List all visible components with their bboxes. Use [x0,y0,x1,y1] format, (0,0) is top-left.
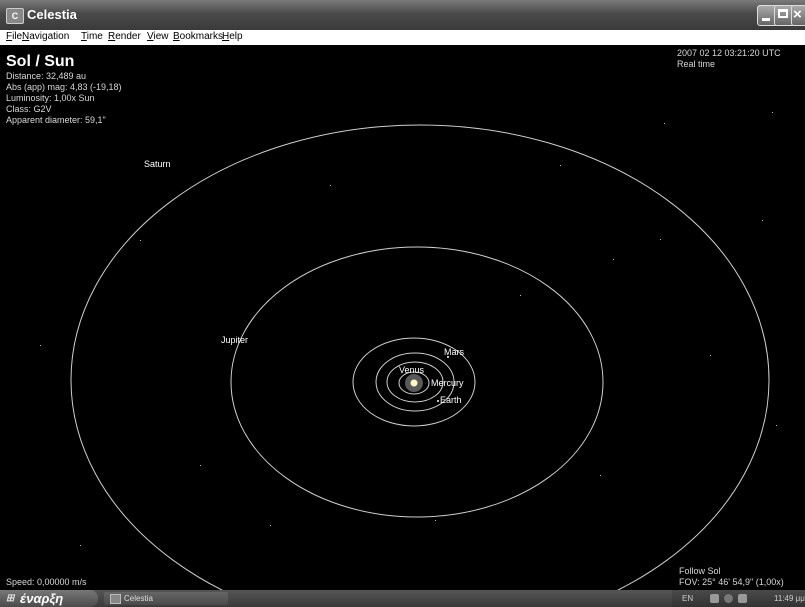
windows-flag-icon: ⊞ [6,593,15,604]
star [776,425,777,426]
object-luminosity: Luminosity: 1,00x Sun [6,93,95,103]
star [140,240,141,241]
star [435,520,436,521]
object-class: Class: G2V [6,104,52,114]
speed-readout: Speed: 0,00000 m/s [6,577,87,587]
menu-view[interactable]: View [147,31,169,42]
object-distance: Distance: 32,489 au [6,71,87,81]
time-rate: Real time [677,59,716,69]
celestia-app-icon[interactable]: C [6,8,24,24]
minimize-icon [762,18,770,21]
solar-system-orbits [70,124,770,590]
planet-label-jupiter[interactable]: Jupiter [221,335,248,345]
object-apparent-diameter: Apparent diameter: 59,1" [6,115,106,125]
volume-icon[interactable] [710,594,719,603]
star [660,239,661,240]
follow-status: Follow Sol [679,566,721,576]
star [200,465,201,466]
close-button[interactable]: × [791,5,805,26]
planet-label-saturn[interactable]: Saturn [144,159,171,169]
fov-readout: FOV: 25° 46' 54,9" (1,00x) [679,577,784,587]
close-icon: × [793,6,802,23]
planet-label-mercury[interactable]: Mercury [431,378,464,388]
menu-bookmarks[interactable]: Bookmarks [173,31,223,42]
planet-label-mars[interactable]: Mars [444,347,464,357]
object-abs-mag: Abs (app) mag: 4,83 (-19,18) [6,82,122,92]
menu-file[interactable]: File [6,31,22,42]
security-icon[interactable] [738,594,747,603]
star [600,475,601,476]
star [762,220,763,221]
menu-help[interactable]: Help [222,31,243,42]
celestia-task-icon [110,594,121,604]
star [270,525,271,526]
selected-object-name: Sol / Sun [6,53,75,70]
star [520,295,521,296]
star [772,112,773,113]
start-button[interactable]: ⊞ έναρξη [0,590,98,607]
planet-label-earth[interactable]: Earth [440,395,462,405]
language-indicator[interactable]: EN [682,594,693,603]
sun [410,379,418,387]
star [40,345,41,346]
menu-navigation[interactable]: Navigation [22,31,69,42]
star [664,123,665,124]
planet-label-venus[interactable]: Venus [399,365,424,375]
menu-time[interactable]: Time [81,31,103,42]
menu-render[interactable]: Render [108,31,141,42]
menu-bar: File Navigation Time Render View Bookmar… [0,30,805,45]
taskbar-item-celestia[interactable]: Celestia [104,592,228,605]
network-icon[interactable] [724,594,733,603]
star [710,355,711,356]
window-title: Celestia [27,7,77,22]
saturn-orbit [70,124,770,590]
star [613,259,614,260]
star [330,185,331,186]
title-bar[interactable]: C Celestia × [0,0,805,30]
system-tray: EN 11:49 μμ [672,590,805,607]
menu-file-rest: ile [12,31,23,42]
space-viewport[interactable]: Sol / Sun Distance: 32,489 au Abs (app) … [0,45,805,590]
earth-dot [437,400,439,402]
taskbar: ⊞ έναρξη Celestia EN 11:49 μμ [0,590,805,607]
star [80,545,81,546]
simulation-datetime: 2007 02 12 03:21:20 UTC [677,48,781,58]
star [560,165,561,166]
maximize-icon [778,9,788,18]
clock: 11:49 μμ [774,594,805,603]
